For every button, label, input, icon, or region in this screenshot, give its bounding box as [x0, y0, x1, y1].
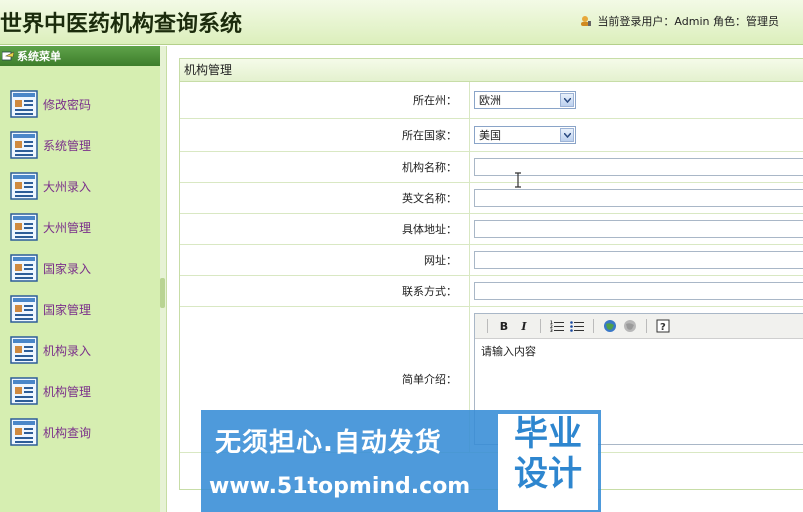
- user-label: 当前登录用户：Admin 角色：管理员: [597, 15, 779, 28]
- italic-button[interactable]: I: [516, 318, 532, 334]
- sidebar-item[interactable]: 大州录入: [10, 170, 91, 202]
- globe-icon: [604, 320, 616, 332]
- contact-input[interactable]: [474, 281, 803, 300]
- watermark-badge-line1: 毕业: [514, 414, 582, 454]
- sidebar-item-label: 国家管理: [43, 302, 92, 317]
- form-document-icon: [10, 172, 38, 200]
- sidebar-item-label: 机构录入: [43, 343, 92, 358]
- form-document-icon: [10, 254, 38, 282]
- sidebar-item[interactable]: 机构管理: [10, 375, 91, 407]
- ordered-list-button[interactable]: 123: [549, 318, 565, 334]
- name-label: 机构名称：: [180, 151, 470, 183]
- toolbar-separator: [646, 319, 647, 333]
- website-label: 网址：: [180, 244, 470, 276]
- bold-button[interactable]: B: [496, 318, 512, 334]
- country-label: 所在国家：: [180, 118, 470, 152]
- continent-label: 所在州：: [180, 82, 470, 119]
- name-input[interactable]: [474, 157, 803, 176]
- user-info: 当前登录用户：Admin 角色：管理员: [580, 13, 779, 29]
- sidebar-item[interactable]: 大州管理: [10, 211, 91, 243]
- watermark-slogan: 无须担心.自动发货: [215, 428, 442, 458]
- sidebar-header: 系统菜单: [0, 46, 160, 66]
- continent-select[interactable]: 欧洲: [474, 90, 576, 109]
- svg-text:?: ?: [660, 322, 666, 333]
- form-document-icon: [10, 131, 38, 159]
- ordered-list-icon: 123: [550, 320, 564, 332]
- editor-toolbar: B I 123 ?: [475, 314, 803, 339]
- english-name-input[interactable]: [474, 188, 803, 207]
- editor-content[interactable]: 请输入内容: [475, 339, 803, 363]
- toolbar-separator: [487, 319, 488, 333]
- form-document-icon: [10, 295, 38, 323]
- country-select[interactable]: 美国: [474, 125, 576, 144]
- watermark-badge-line2: 设计: [514, 454, 582, 494]
- insert-link-button[interactable]: [602, 318, 618, 334]
- address-input[interactable]: [474, 219, 803, 238]
- watermark-url: www.51topmind.com: [209, 474, 471, 499]
- continent-value: 欧洲: [479, 93, 501, 107]
- sidebar-item-label: 机构查询: [43, 425, 92, 440]
- bullet-list-button[interactable]: [569, 318, 585, 334]
- contact-label: 联系方式：: [180, 275, 470, 307]
- sidebar-item-label: 系统管理: [43, 138, 92, 153]
- sidebar-item-label: 大州管理: [43, 220, 92, 235]
- unlink-icon: [624, 320, 636, 332]
- form-document-icon: [10, 90, 38, 118]
- unlink-button[interactable]: [622, 318, 638, 334]
- sidebar-item-label: 国家录入: [43, 261, 92, 276]
- sidebar-item[interactable]: 国家录入: [10, 252, 91, 284]
- sidebar-item[interactable]: 系统管理: [10, 129, 91, 161]
- help-button[interactable]: ?: [655, 318, 671, 334]
- toolbar-separator: [540, 319, 541, 333]
- country-value: 美国: [479, 128, 501, 142]
- svg-text:3: 3: [550, 328, 553, 332]
- bullet-list-icon: [570, 321, 584, 332]
- sidebar-item[interactable]: 国家管理: [10, 293, 91, 325]
- app-title: 世界中医药机构查询系统: [0, 12, 243, 37]
- sidebar-item-label: 大州录入: [43, 179, 92, 194]
- text-cursor-icon: [515, 172, 521, 188]
- sidebar-item[interactable]: 修改密码: [10, 88, 91, 120]
- watermark-banner: 无须担心.自动发货 www.51topmind.com 毕业 设计: [201, 410, 601, 512]
- sidebar-splitter[interactable]: [160, 46, 167, 512]
- sidebar-title: 系统菜单: [17, 50, 61, 63]
- org-form: 所在州： 欧洲 所在国家： 美国 机构名称： 英文名称： 具体地址： 网址： 联…: [180, 82, 803, 453]
- chevron-down-icon[interactable]: [560, 92, 574, 107]
- form-document-icon: [10, 418, 38, 446]
- sidebar-item-label: 机构管理: [43, 384, 92, 399]
- address-label: 具体地址：: [180, 213, 470, 245]
- panel-title: 机构管理: [180, 59, 803, 82]
- menu-icon: [2, 51, 14, 61]
- user-icon: [581, 16, 592, 26]
- form-document-icon: [10, 213, 38, 241]
- sidebar-item[interactable]: 机构查询: [10, 416, 91, 448]
- sidebar-item-label: 修改密码: [43, 97, 92, 112]
- watermark-badge: 毕业 设计: [498, 414, 598, 510]
- header: 世界中医药机构查询系统 当前登录用户：Admin 角色：管理员: [0, 0, 803, 45]
- chevron-down-icon[interactable]: [560, 127, 574, 142]
- help-icon: ?: [656, 319, 670, 333]
- splitter-handle[interactable]: [160, 278, 165, 308]
- sidebar-item[interactable]: 机构录入: [10, 334, 91, 366]
- form-document-icon: [10, 336, 38, 364]
- website-input[interactable]: [474, 250, 803, 269]
- english-name-label: 英文名称：: [180, 182, 470, 214]
- form-document-icon: [10, 377, 38, 405]
- toolbar-separator: [593, 319, 594, 333]
